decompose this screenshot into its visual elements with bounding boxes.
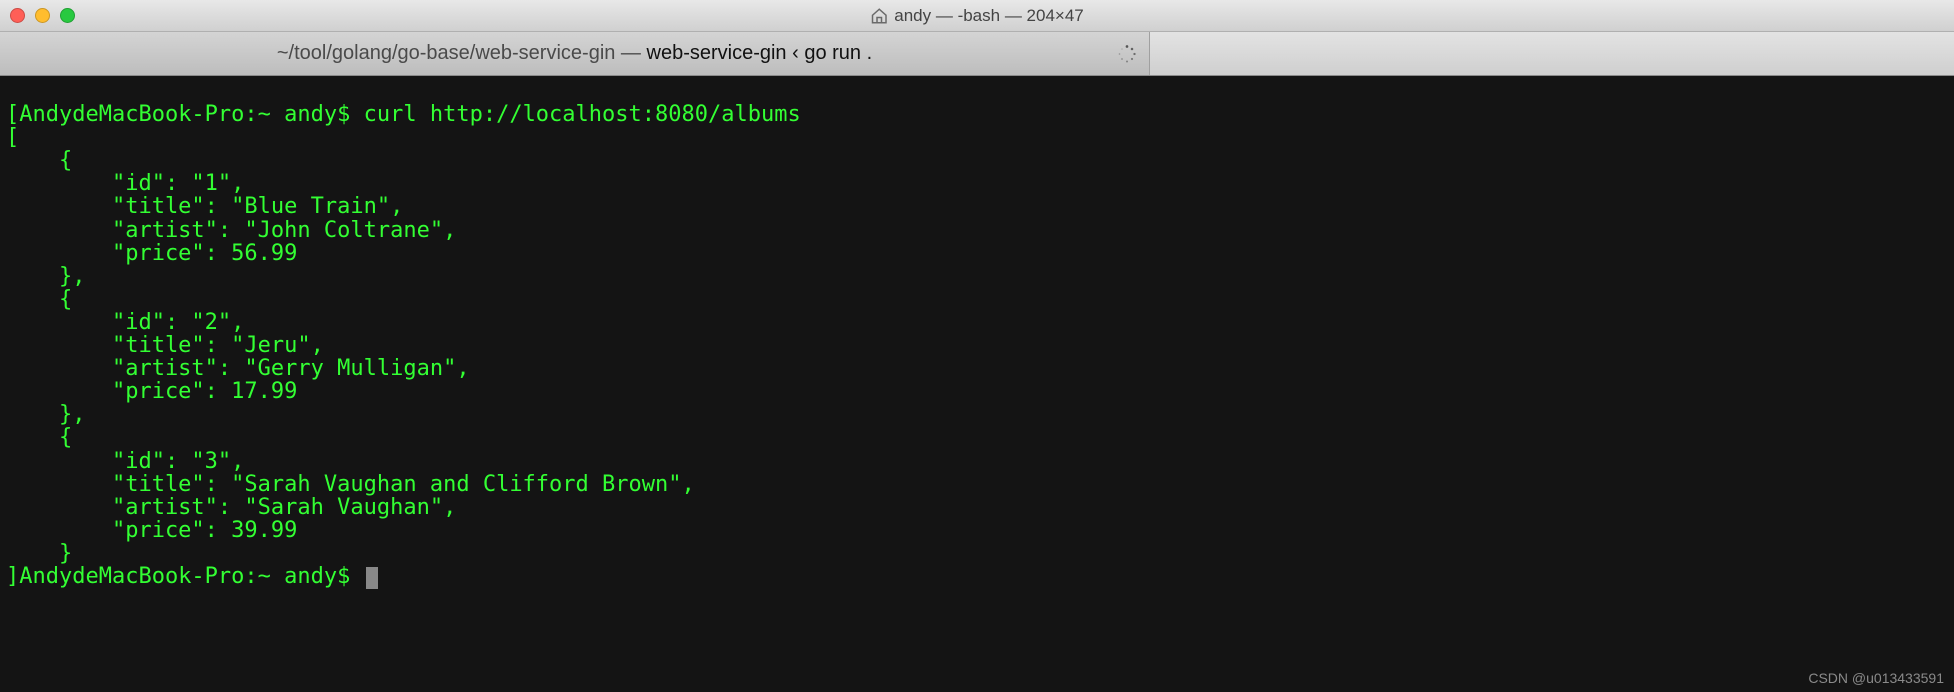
close-button[interactable] — [10, 8, 25, 23]
watermark-text: CSDN @u013433591 — [1808, 671, 1944, 686]
album-id: "id": "1", — [6, 171, 244, 196]
album-id: "id": "2", — [6, 310, 244, 335]
album-id: "id": "3", — [6, 449, 244, 474]
cursor — [366, 567, 378, 589]
window-title: andy — -bash — 204×47 — [870, 6, 1083, 26]
tab-path-prefix: ~/tool/golang/go-base/web-service-gin — — [277, 42, 647, 64]
album-price: "price": 17.99 — [6, 379, 297, 404]
home-icon — [870, 7, 888, 25]
obj-close: } — [6, 541, 72, 566]
obj-close: }, — [6, 264, 85, 289]
album-title: "title": "Blue Train", — [6, 194, 403, 219]
window-titlebar: andy — -bash — 204×47 — [0, 0, 1954, 32]
loading-spinner-icon — [1117, 44, 1137, 64]
prompt-host: AndydeMacBook-Pro:~ andy$ — [19, 102, 363, 127]
json-open: [ — [6, 125, 19, 150]
tab-active[interactable]: ~/tool/golang/go-base/web-service-gin — … — [0, 32, 1150, 75]
command-text: curl http://localhost:8080/albums — [364, 102, 801, 127]
album-artist: "artist": "Sarah Vaughan", — [6, 495, 456, 520]
album-artist: "artist": "Gerry Mulligan", — [6, 356, 470, 381]
prompt-bracket: [ — [6, 102, 19, 127]
album-title: "title": "Sarah Vaughan and Clifford Bro… — [6, 472, 695, 497]
obj-open: { — [6, 425, 72, 450]
tab-command: web-service-gin ‹ go run . — [647, 42, 873, 64]
obj-close: }, — [6, 402, 85, 427]
maximize-button[interactable] — [60, 8, 75, 23]
tab-bar-empty — [1150, 32, 1954, 75]
album-price: "price": 39.99 — [6, 518, 297, 543]
obj-open: { — [6, 148, 72, 173]
terminal-output[interactable]: [AndydeMacBook-Pro:~ andy$ curl http://l… — [0, 76, 1954, 692]
album-artist: "artist": "John Coltrane", — [6, 218, 456, 243]
prompt-host: AndydeMacBook-Pro:~ andy$ — [19, 564, 350, 589]
album-price: "price": 56.99 — [6, 241, 297, 266]
json-close: ] — [6, 564, 19, 589]
window-title-text: andy — -bash — 204×47 — [894, 6, 1083, 26]
album-title: "title": "Jeru", — [6, 333, 324, 358]
traffic-lights — [10, 8, 75, 23]
tab-bar: ~/tool/golang/go-base/web-service-gin — … — [0, 32, 1954, 76]
obj-open: { — [6, 287, 72, 312]
minimize-button[interactable] — [35, 8, 50, 23]
